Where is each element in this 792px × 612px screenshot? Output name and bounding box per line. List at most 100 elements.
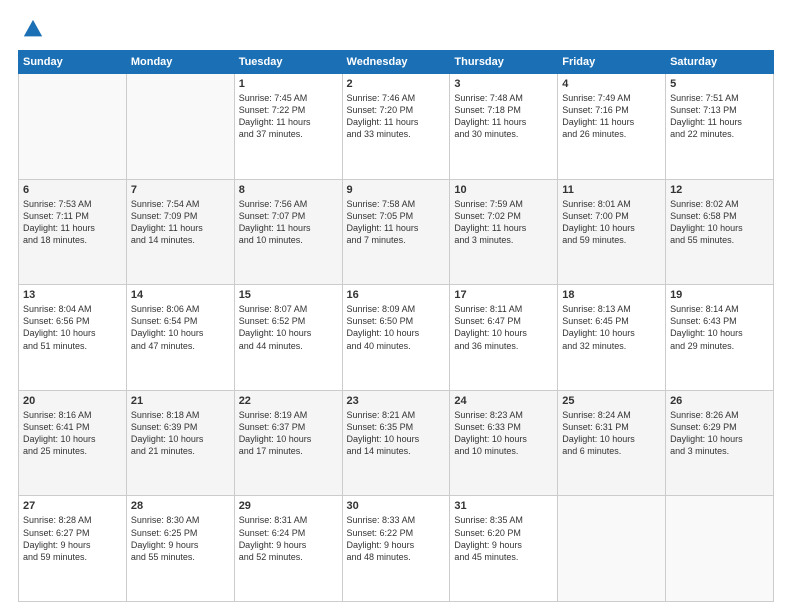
day-info: Sunrise: 7:54 AMSunset: 7:09 PMDaylight:… xyxy=(131,198,230,247)
calendar-cell xyxy=(666,496,774,602)
calendar-week-row: 27 Sunrise: 8:28 AMSunset: 6:27 PMDayligh… xyxy=(19,496,774,602)
calendar-cell: 8 Sunrise: 7:56 AMSunset: 7:07 PMDaylight… xyxy=(234,179,342,285)
page: SundayMondayTuesdayWednesdayThursdayFrid… xyxy=(0,0,792,612)
calendar-week-row: 20 Sunrise: 8:16 AMSunset: 6:41 PMDayligh… xyxy=(19,390,774,496)
day-info: Sunrise: 8:04 AMSunset: 6:56 PMDaylight:… xyxy=(23,303,122,352)
calendar-week-row: 1 Sunrise: 7:45 AMSunset: 7:22 PMDaylight… xyxy=(19,74,774,180)
day-info: Sunrise: 8:18 AMSunset: 6:39 PMDaylight:… xyxy=(131,409,230,458)
header xyxy=(18,18,774,40)
day-number: 17 xyxy=(454,289,553,301)
calendar-cell: 30 Sunrise: 8:33 AMSunset: 6:22 PMDayligh… xyxy=(342,496,450,602)
day-info: Sunrise: 8:33 AMSunset: 6:22 PMDaylight:… xyxy=(347,514,446,563)
calendar-cell: 6 Sunrise: 7:53 AMSunset: 7:11 PMDaylight… xyxy=(19,179,127,285)
day-number: 14 xyxy=(131,289,230,301)
day-header: Sunday xyxy=(19,51,127,74)
calendar-cell: 21 Sunrise: 8:18 AMSunset: 6:39 PMDayligh… xyxy=(126,390,234,496)
day-number: 8 xyxy=(239,184,338,196)
day-info: Sunrise: 7:46 AMSunset: 7:20 PMDaylight:… xyxy=(347,92,446,141)
day-number: 15 xyxy=(239,289,338,301)
day-info: Sunrise: 8:28 AMSunset: 6:27 PMDaylight:… xyxy=(23,514,122,563)
day-number: 1 xyxy=(239,78,338,90)
day-header: Tuesday xyxy=(234,51,342,74)
calendar: SundayMondayTuesdayWednesdayThursdayFrid… xyxy=(18,50,774,602)
day-number: 4 xyxy=(562,78,661,90)
day-header: Friday xyxy=(558,51,666,74)
calendar-cell: 14 Sunrise: 8:06 AMSunset: 6:54 PMDayligh… xyxy=(126,285,234,391)
calendar-cell: 23 Sunrise: 8:21 AMSunset: 6:35 PMDayligh… xyxy=(342,390,450,496)
day-info: Sunrise: 8:13 AMSunset: 6:45 PMDaylight:… xyxy=(562,303,661,352)
day-info: Sunrise: 8:23 AMSunset: 6:33 PMDaylight:… xyxy=(454,409,553,458)
day-number: 19 xyxy=(670,289,769,301)
calendar-cell: 18 Sunrise: 8:13 AMSunset: 6:45 PMDayligh… xyxy=(558,285,666,391)
day-number: 2 xyxy=(347,78,446,90)
day-number: 13 xyxy=(23,289,122,301)
day-info: Sunrise: 7:48 AMSunset: 7:18 PMDaylight:… xyxy=(454,92,553,141)
day-number: 20 xyxy=(23,395,122,407)
day-info: Sunrise: 7:58 AMSunset: 7:05 PMDaylight:… xyxy=(347,198,446,247)
day-number: 18 xyxy=(562,289,661,301)
calendar-cell: 29Sunrise: 8:31 AMSunset: 6:24 PMDayligh… xyxy=(234,496,342,602)
calendar-week-row: 13 Sunrise: 8:04 AMSunset: 6:56 PMDayligh… xyxy=(19,285,774,391)
day-number: 5 xyxy=(670,78,769,90)
calendar-cell xyxy=(19,74,127,180)
calendar-cell: 31 Sunrise: 8:35 AMSunset: 6:20 PMDayligh… xyxy=(450,496,558,602)
day-info: Sunrise: 8:09 AMSunset: 6:50 PMDaylight:… xyxy=(347,303,446,352)
calendar-cell: 16 Sunrise: 8:09 AMSunset: 6:50 PMDayligh… xyxy=(342,285,450,391)
calendar-cell: 19 Sunrise: 8:14 AMSunset: 6:43 PMDayligh… xyxy=(666,285,774,391)
calendar-cell xyxy=(126,74,234,180)
calendar-week-row: 6 Sunrise: 7:53 AMSunset: 7:11 PMDaylight… xyxy=(19,179,774,285)
day-number: 3 xyxy=(454,78,553,90)
day-info: Sunrise: 8:21 AMSunset: 6:35 PMDaylight:… xyxy=(347,409,446,458)
day-info: Sunrise: 8:06 AMSunset: 6:54 PMDaylight:… xyxy=(131,303,230,352)
day-info: Sunrise: 7:56 AMSunset: 7:07 PMDaylight:… xyxy=(239,198,338,247)
calendar-cell: 17 Sunrise: 8:11 AMSunset: 6:47 PMDayligh… xyxy=(450,285,558,391)
calendar-cell: 26 Sunrise: 8:26 AMSunset: 6:29 PMDayligh… xyxy=(666,390,774,496)
day-info: Sunrise: 8:16 AMSunset: 6:41 PMDaylight:… xyxy=(23,409,122,458)
day-info: Sunrise: 8:35 AMSunset: 6:20 PMDaylight:… xyxy=(454,514,553,563)
day-header: Saturday xyxy=(666,51,774,74)
day-number: 24 xyxy=(454,395,553,407)
day-number: 21 xyxy=(131,395,230,407)
calendar-cell: 27 Sunrise: 8:28 AMSunset: 6:27 PMDayligh… xyxy=(19,496,127,602)
day-info: Sunrise: 7:53 AMSunset: 7:11 PMDaylight:… xyxy=(23,198,122,247)
calendar-cell: 24 Sunrise: 8:23 AMSunset: 6:33 PMDayligh… xyxy=(450,390,558,496)
day-number: 27 xyxy=(23,500,122,512)
day-info: Sunrise: 8:01 AMSunset: 7:00 PMDaylight:… xyxy=(562,198,661,247)
calendar-cell: 5 Sunrise: 7:51 AMSunset: 7:13 PMDaylight… xyxy=(666,74,774,180)
day-info: Sunrise: 8:31 AMSunset: 6:24 PMDaylight:… xyxy=(239,514,338,563)
day-info: Sunrise: 8:19 AMSunset: 6:37 PMDaylight:… xyxy=(239,409,338,458)
day-info: Sunrise: 8:30 AMSunset: 6:25 PMDaylight:… xyxy=(131,514,230,563)
day-number: 6 xyxy=(23,184,122,196)
calendar-cell: 3 Sunrise: 7:48 AMSunset: 7:18 PMDaylight… xyxy=(450,74,558,180)
calendar-cell: 22 Sunrise: 8:19 AMSunset: 6:37 PMDayligh… xyxy=(234,390,342,496)
day-number: 30 xyxy=(347,500,446,512)
day-info: Sunrise: 8:14 AMSunset: 6:43 PMDaylight:… xyxy=(670,303,769,352)
day-number: 23 xyxy=(347,395,446,407)
day-number: 16 xyxy=(347,289,446,301)
day-info: Sunrise: 7:45 AMSunset: 7:22 PMDaylight:… xyxy=(239,92,338,141)
calendar-cell: 9Sunrise: 7:58 AMSunset: 7:05 PMDaylight… xyxy=(342,179,450,285)
day-number: 22 xyxy=(239,395,338,407)
day-number: 31 xyxy=(454,500,553,512)
logo xyxy=(18,18,44,40)
day-info: Sunrise: 7:51 AMSunset: 7:13 PMDaylight:… xyxy=(670,92,769,141)
day-number: 12 xyxy=(670,184,769,196)
day-header: Monday xyxy=(126,51,234,74)
calendar-cell: 10Sunrise: 7:59 AMSunset: 7:02 PMDayligh… xyxy=(450,179,558,285)
calendar-cell: 20 Sunrise: 8:16 AMSunset: 6:41 PMDayligh… xyxy=(19,390,127,496)
day-number: 11 xyxy=(562,184,661,196)
day-header: Wednesday xyxy=(342,51,450,74)
calendar-cell: 28Sunrise: 8:30 AMSunset: 6:25 PMDayligh… xyxy=(126,496,234,602)
calendar-cell: 12 Sunrise: 8:02 AMSunset: 6:58 PMDayligh… xyxy=(666,179,774,285)
day-number: 26 xyxy=(670,395,769,407)
day-info: Sunrise: 8:26 AMSunset: 6:29 PMDaylight:… xyxy=(670,409,769,458)
day-info: Sunrise: 8:11 AMSunset: 6:47 PMDaylight:… xyxy=(454,303,553,352)
day-number: 25 xyxy=(562,395,661,407)
day-number: 7 xyxy=(131,184,230,196)
calendar-cell: 1 Sunrise: 7:45 AMSunset: 7:22 PMDaylight… xyxy=(234,74,342,180)
calendar-cell: 2 Sunrise: 7:46 AMSunset: 7:20 PMDaylight… xyxy=(342,74,450,180)
calendar-cell: 4 Sunrise: 7:49 AMSunset: 7:16 PMDaylight… xyxy=(558,74,666,180)
day-info: Sunrise: 8:24 AMSunset: 6:31 PMDaylight:… xyxy=(562,409,661,458)
day-info: Sunrise: 8:02 AMSunset: 6:58 PMDaylight:… xyxy=(670,198,769,247)
day-info: Sunrise: 7:49 AMSunset: 7:16 PMDaylight:… xyxy=(562,92,661,141)
